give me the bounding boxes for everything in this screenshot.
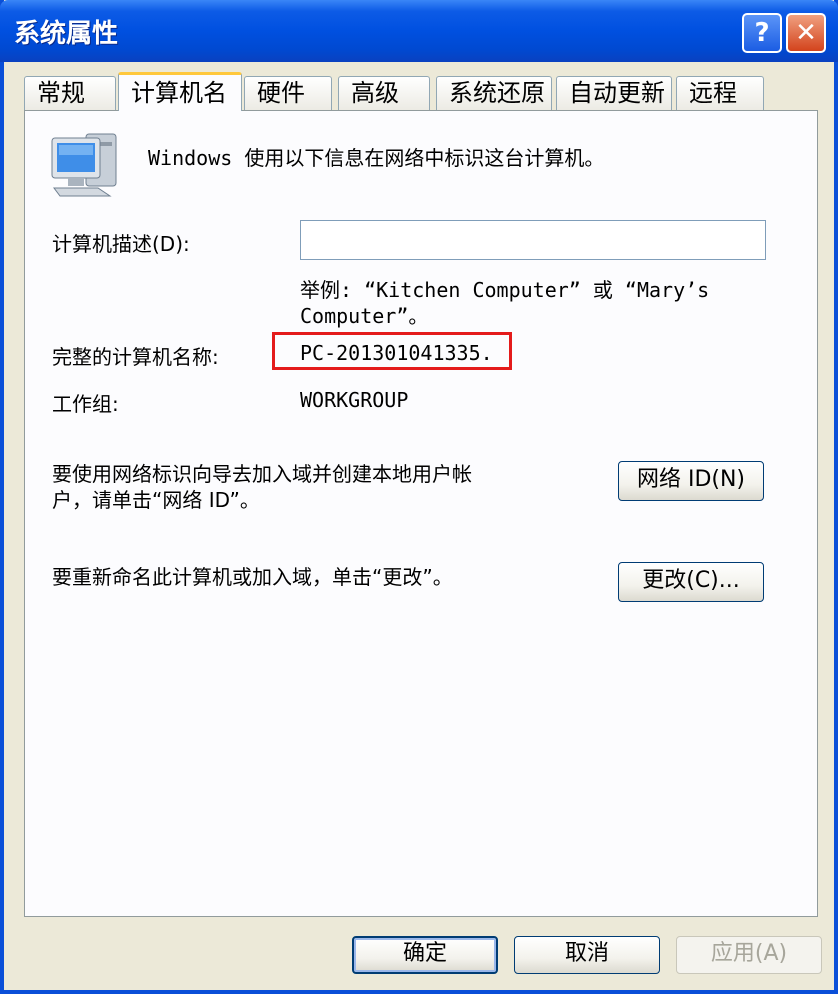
cancel-button[interactable]: 取消: [514, 936, 660, 974]
rename-text: 要重新命名此计算机或加入域，单击“更改”。: [52, 565, 453, 589]
tab-bar: 常规 计算机名 硬件 高级 系统还原 自动更新 远程: [24, 72, 814, 112]
computer-description-input[interactable]: [300, 220, 766, 260]
description-label: 计算机描述(D):: [52, 232, 190, 256]
title-bar[interactable]: 系统属性 ? ✕: [0, 0, 838, 62]
change-button[interactable]: 更改(C)...: [618, 562, 764, 602]
example-text-line1: 举例: “Kitchen Computer” 或 “Mary’s: [300, 278, 710, 302]
network-id-button[interactable]: 网络 ID(N): [618, 461, 764, 501]
window-title: 系统属性: [14, 19, 119, 49]
computer-icon: [51, 133, 117, 197]
tab-general[interactable]: 常规: [24, 76, 116, 110]
tab-hardware[interactable]: 硬件: [244, 76, 332, 110]
tab-automatic-updates[interactable]: 自动更新: [556, 76, 672, 110]
example-text-line2: Computer”。: [300, 304, 429, 328]
intro-text: Windows 使用以下信息在网络中标识这台计算机。: [148, 146, 605, 170]
tab-computer-name[interactable]: 计算机名: [118, 72, 242, 111]
ok-button[interactable]: 确定: [352, 936, 498, 974]
network-id-text-line1: 要使用网络标识向导去加入域并创建本地用户帐: [52, 462, 472, 486]
workgroup-value: WORKGROUP: [300, 388, 409, 412]
tab-advanced[interactable]: 高级: [338, 76, 430, 110]
close-icon[interactable]: ✕: [786, 13, 826, 53]
help-icon[interactable]: ?: [742, 13, 782, 53]
network-id-text-line2: 户，请单击“网络 ID”。: [52, 488, 260, 512]
full-name-label: 完整的计算机名称:: [52, 345, 219, 369]
system-properties-dialog: 系统属性 ? ✕ 常规 计算机名 硬件 高级 系统还原 自动更新 远程 Wind…: [0, 0, 838, 994]
tab-remote[interactable]: 远程: [676, 76, 764, 110]
full-computer-name: PC-201301041335.: [300, 341, 493, 365]
apply-button[interactable]: 应用(A): [676, 936, 822, 974]
workgroup-label: 工作组:: [52, 392, 119, 416]
tab-system-restore[interactable]: 系统还原: [436, 76, 552, 110]
